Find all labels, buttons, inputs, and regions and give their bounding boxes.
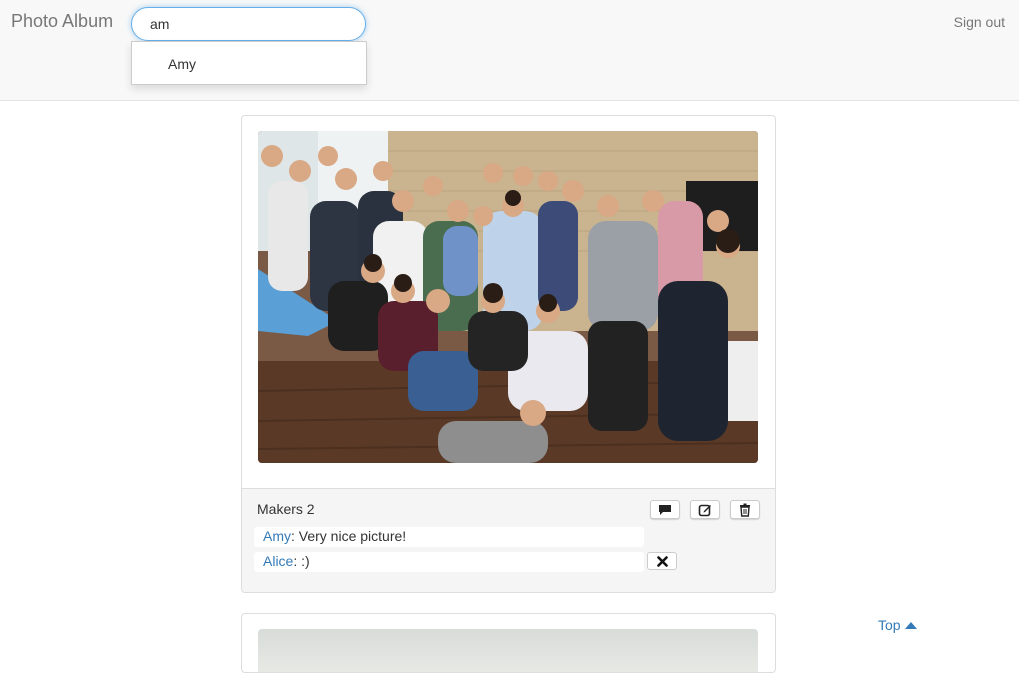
comment-author[interactable]: Alice [263, 553, 293, 569]
photo[interactable] [258, 131, 758, 463]
triangle-up-icon [904, 622, 917, 629]
navbar: Photo Album Amy Sign out [0, 0, 1019, 101]
edit-button[interactable] [690, 500, 720, 519]
photo-footer: Makers 2 Amy: Very nice picture! Alice: … [242, 488, 775, 592]
photo-caption: Makers 2 [257, 501, 315, 517]
comment-separator: : [291, 528, 299, 544]
edit-icon [698, 504, 711, 516]
comment: Amy: Very nice picture! [254, 527, 644, 547]
group-photo-image [258, 131, 758, 463]
top-link-label: Top [878, 617, 901, 633]
brand[interactable]: Photo Album [11, 11, 113, 32]
trash-icon [740, 503, 750, 517]
delete-button[interactable] [730, 500, 760, 519]
photo[interactable] [258, 629, 758, 672]
comment-text: :) [301, 553, 310, 569]
suggestion-item[interactable]: Amy [168, 56, 196, 72]
comment-separator: : [293, 553, 302, 569]
delete-comment-button[interactable] [647, 552, 677, 570]
close-icon [656, 555, 668, 567]
comment-button[interactable] [650, 500, 680, 519]
comment-author[interactable]: Amy [263, 528, 291, 544]
photo-card: Makers 2 Amy: Very nice picture! Alice: … [241, 115, 776, 593]
top-link[interactable]: Top [878, 617, 917, 633]
photo-card [241, 613, 776, 673]
signout-link[interactable]: Sign out [954, 14, 1005, 30]
comment-icon [659, 504, 671, 515]
search-input[interactable] [131, 7, 366, 41]
search-suggestions-dropdown: Amy [131, 41, 367, 85]
comment: Alice: :) [254, 552, 644, 572]
comment-text: Very nice picture! [298, 528, 407, 544]
